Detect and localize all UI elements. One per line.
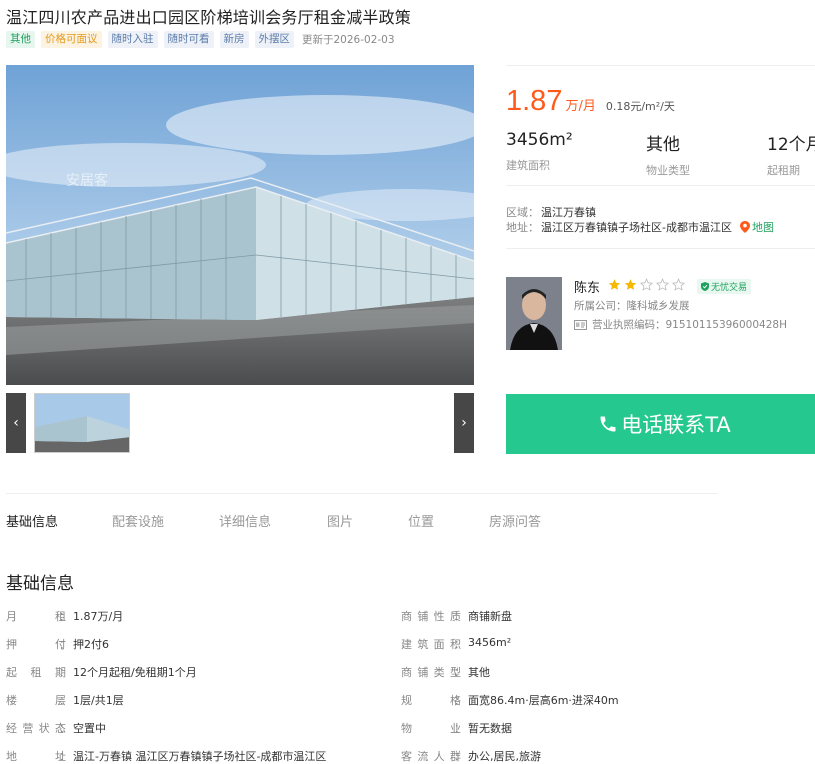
updated-date: 更新于2026-02-03 xyxy=(302,34,395,46)
info-key: 楼层 xyxy=(6,694,66,707)
info-key: 建筑面积 xyxy=(401,638,461,651)
thumbnail-1[interactable] xyxy=(34,393,130,453)
listing-title: 温江四川农产品进出口园区阶梯培训会务厅租金减半政策 xyxy=(6,8,412,27)
agent-license[interactable]: 营业执照编码：91510115396000428H xyxy=(574,317,787,332)
tab-qa[interactable]: 房源问答 xyxy=(489,511,541,530)
safe-trade-label: 无忧交易 xyxy=(711,283,748,293)
price-block: 1.87 万/月 0.18元/m²/天 xyxy=(506,85,675,118)
tag-property-type: 其他 xyxy=(6,31,35,48)
map-label: 地图 xyxy=(751,221,774,234)
tab-location[interactable]: 位置 xyxy=(408,511,434,530)
area-value[interactable]: 温江万春镇 xyxy=(541,204,596,220)
thumbnail-strip: ‹ › xyxy=(6,393,474,453)
star-empty-icon xyxy=(656,278,669,291)
call-agent-button[interactable]: 电话联系TA xyxy=(506,394,815,454)
stat-label: 起租期 xyxy=(767,164,800,177)
section-title: 基础信息 xyxy=(6,574,74,594)
divider xyxy=(506,248,815,249)
stat-lease-term: 12个月 起租期 xyxy=(767,130,815,178)
area-row: 区域： 温江万春镇 xyxy=(506,204,596,220)
star-filled-icon xyxy=(624,279,637,290)
agent-rating xyxy=(608,278,685,291)
info-value: 办公,居民,旅游 xyxy=(468,750,541,763)
info-value: 1层/共1层 xyxy=(73,694,124,707)
divider xyxy=(506,185,815,186)
phone-icon xyxy=(600,416,616,432)
stat-value: 3456m² xyxy=(506,130,573,150)
main-photo[interactable]: 安居客 xyxy=(6,65,474,385)
prev-photo-button[interactable]: ‹ xyxy=(6,393,26,453)
next-photo-button[interactable]: › xyxy=(454,393,474,453)
info-key: 物业 xyxy=(401,722,461,735)
area-key: 区域： xyxy=(506,206,539,219)
stat-area: 3456m² 建筑面积 xyxy=(506,130,573,173)
star-filled-icon xyxy=(608,279,621,290)
tag-negotiable: 价格可面议 xyxy=(41,31,102,48)
price-amount: 1.87 xyxy=(506,85,563,117)
tag-move-in: 随时入驻 xyxy=(107,31,158,48)
divider xyxy=(506,65,815,66)
star-empty-icon xyxy=(640,278,653,291)
tab-basic-info[interactable]: 基础信息 xyxy=(6,511,58,530)
tag-new: 新房 xyxy=(219,31,249,48)
stat-label: 建筑面积 xyxy=(506,159,550,172)
info-value: 3456m² xyxy=(468,636,512,649)
shield-icon xyxy=(701,282,709,291)
address-value: 温江区万春镇镇子场社区-成都市温江区 xyxy=(541,221,732,234)
map-pin-icon xyxy=(739,221,750,233)
info-key: 商铺性质 xyxy=(401,610,461,623)
stat-label: 物业类型 xyxy=(646,164,690,177)
info-value: 面宽86.4m·层高6m·进深40m xyxy=(468,694,619,707)
map-link[interactable]: 地图 xyxy=(739,219,774,235)
tab-photos[interactable]: 图片 xyxy=(327,511,353,530)
call-button-label: 电话联系TA xyxy=(621,413,731,437)
info-key: 客流人群 xyxy=(401,750,461,763)
info-value: 空置中 xyxy=(73,722,106,735)
tab-facilities[interactable]: 配套设施 xyxy=(112,511,164,530)
info-value: 1.87万/月 xyxy=(73,610,124,623)
stat-value: 12个月 xyxy=(767,135,815,155)
tag-outdoor: 外摆区 xyxy=(254,31,294,48)
tab-details[interactable]: 详细信息 xyxy=(219,511,271,530)
agent-name[interactable]: 陈东 xyxy=(574,277,600,296)
price-unit: 万/月 xyxy=(565,99,596,114)
chevron-right-icon: › xyxy=(461,415,467,431)
price-per-sqm: 0.18元/m²/天 xyxy=(605,100,675,113)
stat-value: 其他 xyxy=(646,135,680,155)
info-value: 12个月起租/免租期1个月 xyxy=(73,666,197,679)
divider xyxy=(6,493,717,494)
license-text: 营业执照编码：91510115396000428H xyxy=(592,319,787,331)
safe-trade-badge: 无忧交易 xyxy=(697,279,752,294)
tag-viewing: 随时可看 xyxy=(163,31,214,48)
info-key: 规格 xyxy=(401,694,461,707)
address-key: 地址： xyxy=(506,221,539,234)
license-icon xyxy=(574,319,587,330)
photo-watermark: 安居客 xyxy=(66,172,108,189)
chevron-left-icon: ‹ xyxy=(13,415,19,431)
info-value: 押2付6 xyxy=(73,638,109,651)
info-value: 温江-万春镇 温江区万春镇镇子场社区-成都市温江区 xyxy=(73,750,327,763)
info-key: 经营状态 xyxy=(6,722,66,735)
info-value: 其他 xyxy=(468,666,490,679)
info-key: 月租 xyxy=(6,610,66,623)
agent-avatar[interactable] xyxy=(506,277,562,350)
info-value: 商铺新盘 xyxy=(468,610,512,623)
stat-property-type: 其他 物业类型 xyxy=(646,130,690,178)
address-row: 地址： 温江区万春镇镇子场社区-成都市温江区 地图 xyxy=(506,219,774,235)
info-key: 商铺类型 xyxy=(401,666,461,679)
info-value: 暂无数据 xyxy=(468,722,512,735)
info-key: 起租期 xyxy=(6,666,66,679)
tag-list: 其他 价格可面议 随时入驻 随时可看 新房 外摆区 更新于2026-02-03 xyxy=(6,31,395,48)
info-key: 地址 xyxy=(6,750,66,763)
agent-company: 所属公司：隆科城乡发展 xyxy=(574,300,690,312)
info-key: 押付 xyxy=(6,638,66,651)
star-empty-icon xyxy=(672,278,685,291)
